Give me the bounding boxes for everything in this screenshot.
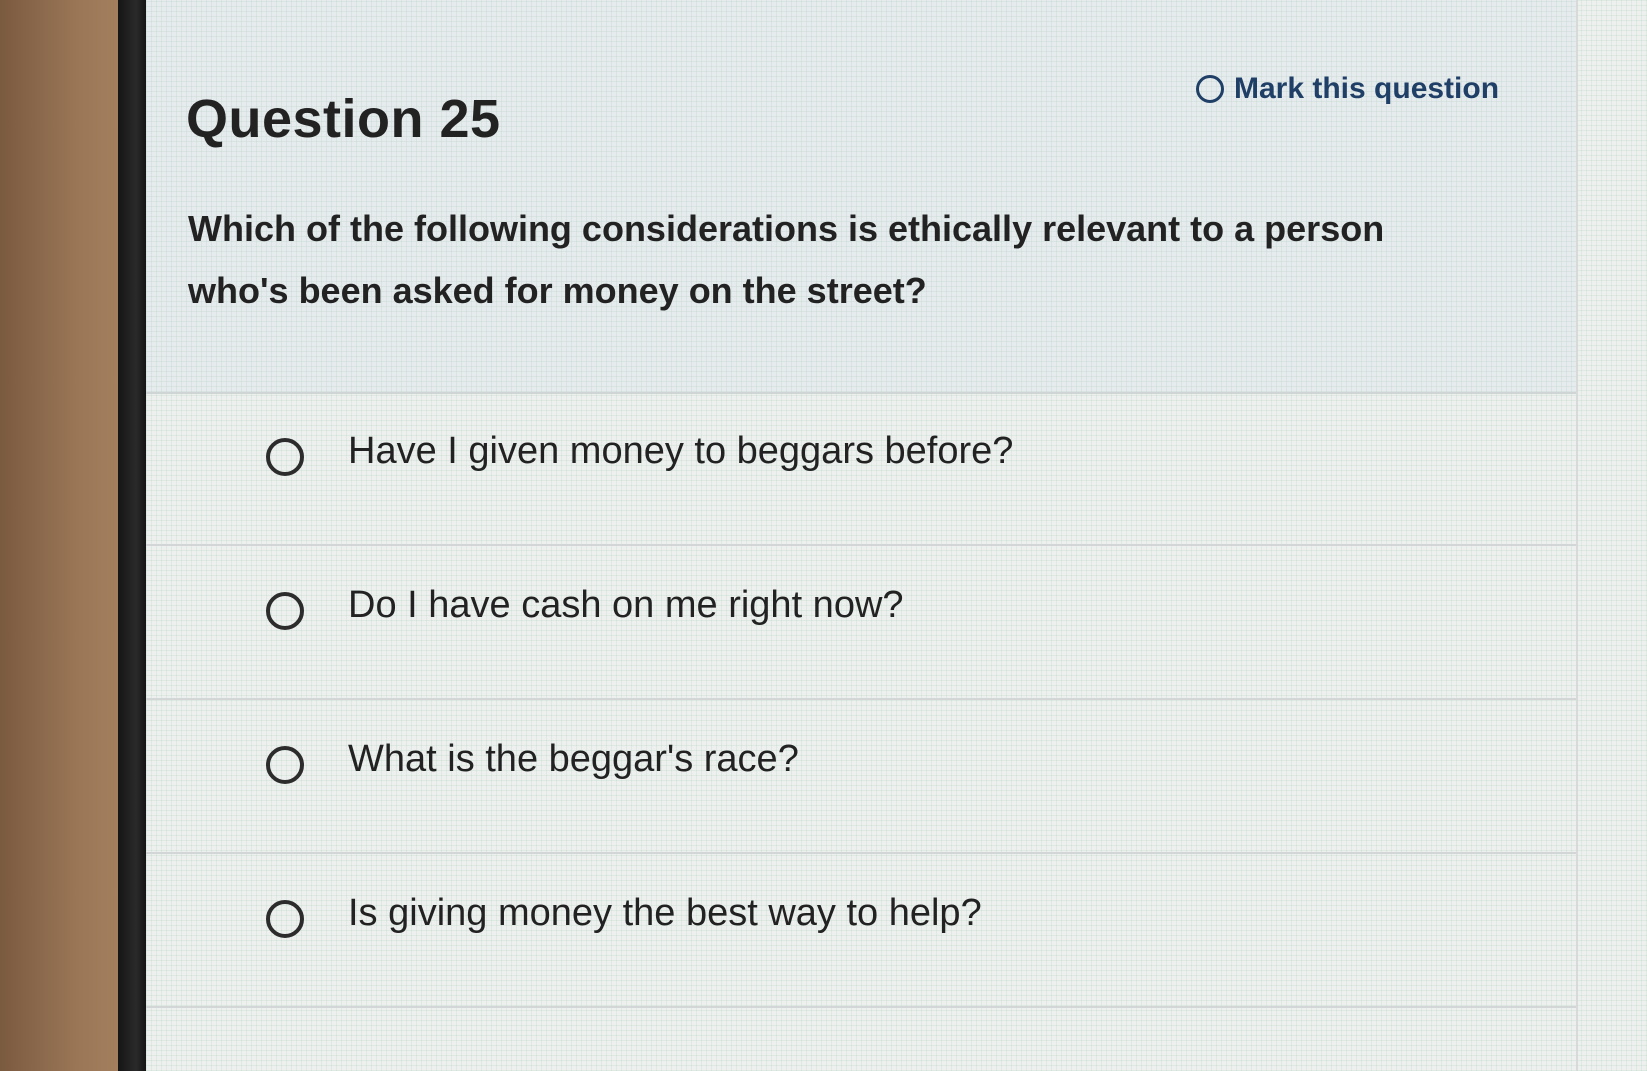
answer-option-2[interactable]: Do I have cash on me right now? (146, 546, 1576, 700)
radio-button-icon[interactable] (266, 592, 304, 630)
answer-option-4[interactable]: Is giving money the best way to help? (146, 854, 1576, 1008)
answer-options: Have I given money to beggars before? Do… (146, 392, 1576, 1008)
question-panel: Question 25 Mark this question Which of … (146, 0, 1578, 1071)
mark-question-toggle[interactable]: Mark this question (1196, 72, 1499, 106)
answer-option-1[interactable]: Have I given money to beggars before? (146, 392, 1576, 546)
mark-question-radio-icon[interactable] (1196, 75, 1224, 103)
radio-button-icon[interactable] (266, 438, 304, 476)
screen: Question 25 Mark this question Which of … (146, 0, 1647, 1071)
answer-option-label[interactable]: Have I given money to beggars before? (348, 430, 1013, 473)
monitor-bezel (118, 0, 148, 1071)
answer-option-label[interactable]: Is giving money the best way to help? (348, 892, 982, 935)
answer-option-label[interactable]: What is the beggar's race? (348, 738, 799, 781)
radio-button-icon[interactable] (266, 746, 304, 784)
answer-option-label[interactable]: Do I have cash on me right now? (348, 584, 904, 627)
mark-question-label[interactable]: Mark this question (1234, 72, 1499, 106)
question-header: Question 25 Mark this question Which of … (146, 0, 1576, 394)
answer-option-3[interactable]: What is the beggar's race? (146, 700, 1576, 854)
question-text: Which of the following considerations is… (188, 208, 1385, 311)
radio-button-icon[interactable] (266, 900, 304, 938)
question-title: Question 25 (186, 89, 501, 149)
